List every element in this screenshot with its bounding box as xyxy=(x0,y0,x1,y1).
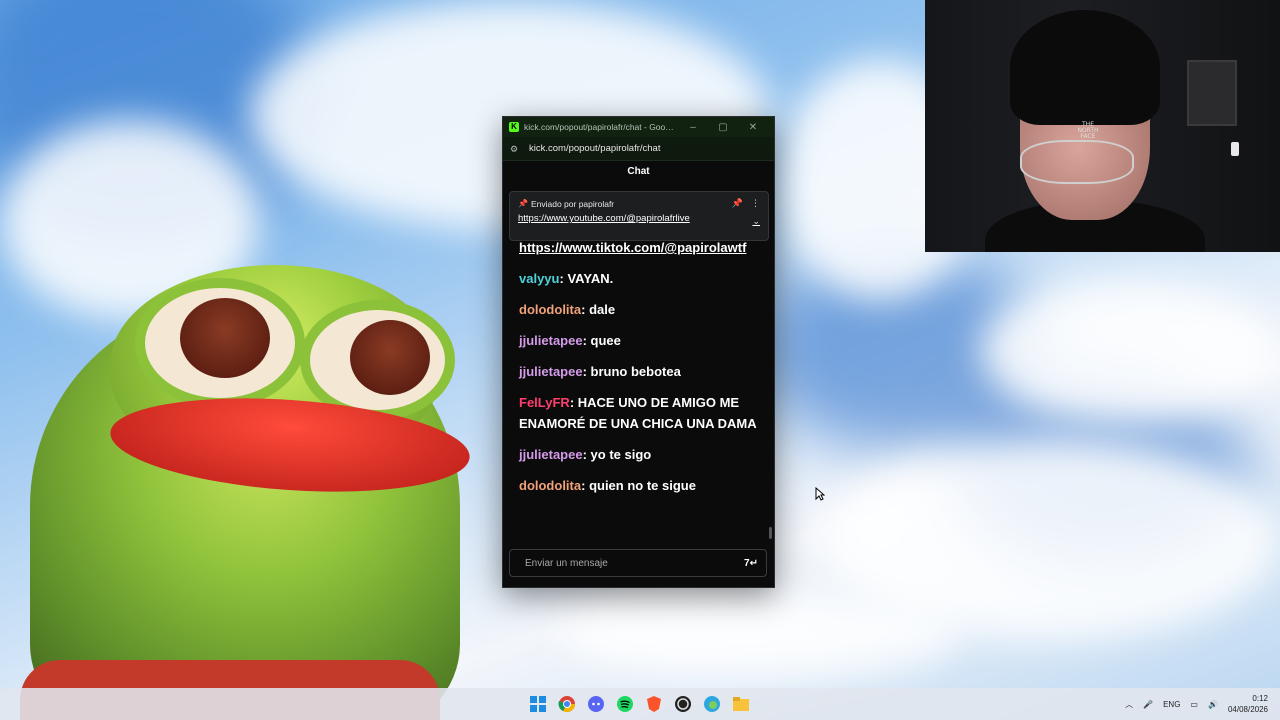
volume-icon[interactable]: 🔊 xyxy=(1208,700,1218,709)
scrollbar[interactable] xyxy=(769,527,772,539)
chat-title: Chat xyxy=(503,161,774,183)
chrome-icon[interactable] xyxy=(555,692,579,716)
chevron-down-icon[interactable]: ⌄ xyxy=(752,216,760,227)
message-text: quee xyxy=(590,333,621,348)
message-username[interactable]: dolodolita xyxy=(519,478,581,493)
message-separator: : xyxy=(569,395,578,410)
close-button[interactable]: ✕ xyxy=(738,122,768,133)
pinned-link[interactable]: https://www.youtube.com/@papirolafrlive xyxy=(518,213,752,227)
message-separator: : xyxy=(581,302,590,317)
message-username[interactable]: jjulietapee xyxy=(519,447,583,462)
chat-message: https://www.tiktok.com/@papirolawtf xyxy=(503,237,774,258)
obs-icon[interactable] xyxy=(671,692,695,716)
message-text: yo te sigo xyxy=(590,447,652,462)
clock-time: 0:12 xyxy=(1252,694,1268,703)
chat-message: dolodolita: dale xyxy=(503,299,774,320)
message-separator: : xyxy=(582,333,591,348)
file-explorer-icon[interactable] xyxy=(729,692,753,716)
webcam-overlay: THE NORTH FACE xyxy=(925,0,1280,252)
message-text: quien no te sigue xyxy=(589,478,696,493)
chat-message: jjulietapee: bruno bebotea xyxy=(503,361,774,382)
message-username[interactable]: jjulietapee xyxy=(519,333,583,348)
discord-icon[interactable] xyxy=(584,692,608,716)
more-options-icon[interactable]: ⋮ xyxy=(751,198,760,209)
pinned-message[interactable]: 📌 Enviado por papirolafr 📌 ⋮ https://www… xyxy=(509,191,769,241)
brave-icon[interactable] xyxy=(642,692,666,716)
chat-message: jjulietapee: quee xyxy=(503,330,774,351)
window-title: kick.com/popout/papirolafr/chat - Google… xyxy=(524,122,678,132)
pin-icon: 📌 xyxy=(518,199,528,208)
pinned-sender: Enviado por papirolafr xyxy=(530,198,615,209)
chat-message: dolodolita: quien no te sigue xyxy=(503,475,774,496)
unpin-icon[interactable]: 📌 xyxy=(732,198,743,209)
clock[interactable]: 0:12 04/08/2026 xyxy=(1228,693,1268,715)
message-username[interactable]: dolodolita xyxy=(519,302,581,317)
edge-icon[interactable] xyxy=(700,692,724,716)
window-titlebar[interactable]: K kick.com/popout/papirolafr/chat - Goog… xyxy=(503,117,774,137)
taskbar: ︿ 🎤 ENG ▭ 🔊 0:12 04/08/2026 xyxy=(0,688,1280,720)
minimize-button[interactable]: – xyxy=(678,122,708,133)
clock-date: 04/08/2026 xyxy=(1227,705,1268,714)
message-text: VAYAN. xyxy=(567,271,614,286)
chevron-up-icon[interactable]: ︿ xyxy=(1125,699,1133,710)
url-text: kick.com/popout/papirolafr/chat xyxy=(529,143,661,154)
message-text: dale xyxy=(589,302,616,317)
message-username[interactable]: valyyu xyxy=(519,271,559,286)
maximize-button[interactable]: ▢ xyxy=(708,122,738,133)
message-input-box[interactable]: 7↵ xyxy=(509,549,767,577)
site-settings-icon[interactable]: ⚙ xyxy=(510,143,522,155)
windows-start-icon[interactable] xyxy=(526,692,550,716)
message-input[interactable] xyxy=(523,556,745,570)
message-separator: : xyxy=(581,478,590,493)
network-icon[interactable]: ▭ xyxy=(1190,700,1198,709)
chat-message: valyyu: VAYAN. xyxy=(503,268,774,289)
message-username[interactable]: jjulietapee xyxy=(519,364,583,379)
address-bar[interactable]: ⚙ kick.com/popout/papirolafr/chat xyxy=(503,137,774,161)
message-separator: : xyxy=(582,447,591,462)
wall-poster xyxy=(1187,60,1237,126)
message-username[interactable]: FelLyFR xyxy=(519,395,570,410)
chat-messages[interactable]: https://www.tiktok.com/@papirolawtf valyy… xyxy=(503,237,774,547)
kick-logo-icon: K xyxy=(509,122,519,132)
chat-popout-window: K kick.com/popout/papirolafr/chat - Goog… xyxy=(502,116,775,588)
microphone-icon[interactable]: 🎤 xyxy=(1143,700,1153,709)
chat-message: FelLyFR: HACE UNO DE AMIGO ME ENAMORÉ DE… xyxy=(503,392,774,434)
message-text: bruno bebotea xyxy=(590,364,681,379)
message-link[interactable]: https://www.tiktok.com/@papirolawtf xyxy=(519,240,746,255)
chat-message: jjulietapee: yo te sigo xyxy=(503,444,774,465)
language-indicator[interactable]: ENG xyxy=(1163,700,1180,709)
emote-icon[interactable]: 7↵ xyxy=(744,558,758,569)
spotify-icon[interactable] xyxy=(613,692,637,716)
message-separator: : xyxy=(582,364,591,379)
